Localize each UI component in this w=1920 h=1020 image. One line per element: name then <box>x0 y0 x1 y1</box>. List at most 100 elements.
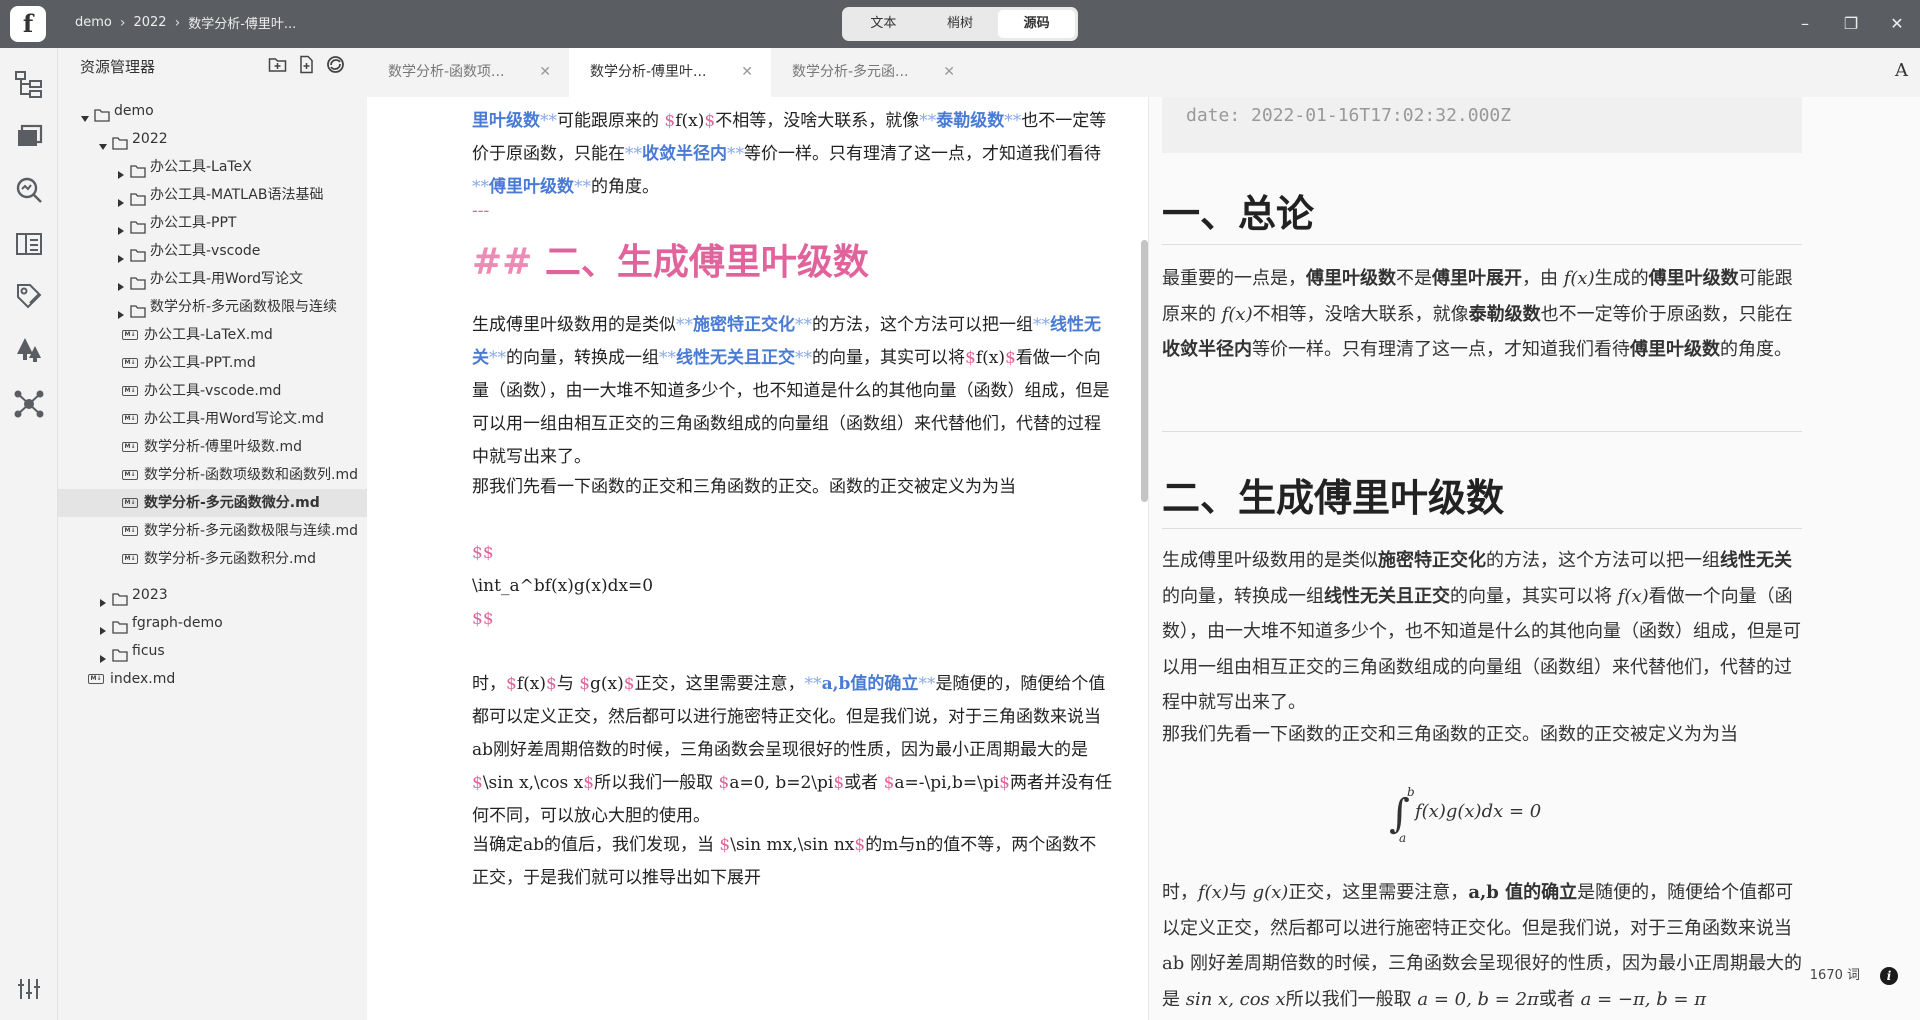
tree-file[interactable]: M↓ 数学分析-多元函数极限与连续.md <box>58 517 367 545</box>
tree-folder[interactable]: 办公工具-vscode <box>58 237 367 265</box>
app-logo[interactable]: f <box>10 6 46 42</box>
chevron-right-icon[interactable] <box>116 190 126 207</box>
breadcrumb-item[interactable]: 数学分析-傅里叶... <box>188 13 296 32</box>
tree-icon[interactable] <box>13 334 45 366</box>
editor-scrollbar[interactable] <box>1141 240 1148 502</box>
text-run: $ <box>965 348 976 368</box>
tree-file[interactable]: M↓ 数学分析-函数项级数和函数列.md <box>58 461 367 489</box>
tree-item-label: 2022 <box>132 131 168 147</box>
tree-item-label: 办公工具-LaTeX <box>150 159 252 175</box>
file-explorer: 资源管理器 demo 2022 办公工具-LaTeX 办公工具-MATLAB语法基础办… <box>58 48 367 1020</box>
tree-file[interactable]: M↓ 数学分析-多元函数微分.md <box>58 489 367 517</box>
breadcrumb-item[interactable]: 2022 <box>133 15 166 30</box>
tree-folder[interactable]: 办公工具-LaTeX <box>58 153 367 181</box>
text-run: 或者 <box>844 773 884 793</box>
tree-folder[interactable]: 数学分析-多元函数极限与连续 <box>58 293 367 321</box>
tab-multivariable[interactable]: 数学分析-多元函... ✕ <box>771 48 973 97</box>
settings-icon[interactable] <box>13 973 45 1005</box>
explorer-title: 资源管理器 <box>80 58 156 76</box>
close-icon[interactable]: ✕ <box>539 48 551 97</box>
markdown-file-icon: M↓ <box>122 470 138 480</box>
chevron-right-icon[interactable] <box>98 646 108 663</box>
text-run: ** <box>676 315 693 335</box>
chevron-right-icon[interactable] <box>116 274 126 291</box>
mode-text-button[interactable]: 文本 <box>845 10 922 38</box>
chevron-right-icon[interactable] <box>98 618 108 635</box>
close-icon[interactable]: ✕ <box>943 48 955 97</box>
new-file-icon[interactable] <box>297 55 316 74</box>
text-run: $ <box>1004 348 1016 368</box>
text-run: 的向量，转换成一组 <box>1162 585 1324 607</box>
text-run: ** <box>574 177 591 197</box>
markdown-file-icon: M↓ <box>122 330 138 340</box>
preview-pane: date: 2022-01-16T17:02:32.000Z 一、总论 最重要的… <box>1149 97 1920 1020</box>
tree-folder[interactable]: 2022 <box>58 125 367 153</box>
tree-file[interactable]: M↓ 办公工具-LaTeX.md <box>58 321 367 349</box>
chevron-right-icon[interactable] <box>116 302 126 319</box>
graph-icon[interactable] <box>13 68 45 100</box>
text-run: 的向量，其实可以将 <box>812 348 965 368</box>
text-run: 不相等，没啥大联系，就像 <box>715 111 920 131</box>
tree-item-label: 数学分析-多元函数微分.md <box>144 495 320 511</box>
word-count: 1670 词 <box>1809 968 1860 983</box>
text-run: 当确定ab的值后，我们发现，当 <box>472 835 720 855</box>
tree-folder[interactable]: ficus <box>58 637 367 665</box>
tab-functional-series[interactable]: 数学分析-函数项... ✕ <box>367 48 569 97</box>
window-controls: – ❐ ✕ <box>1782 0 1920 48</box>
files-icon[interactable] <box>13 120 45 152</box>
tree-folder[interactable]: 办公工具-MATLAB语法基础 <box>58 181 367 209</box>
tree-file[interactable]: M↓ 办公工具-vscode.md <box>58 377 367 405</box>
breadcrumb: demo › 2022 › 数学分析-傅里叶... <box>75 13 296 33</box>
text-run: ** <box>1033 315 1050 335</box>
refresh-icon[interactable] <box>326 55 345 74</box>
editor-paragraph: 当确定ab的值后，我们发现，当 $\sin mx,\sin nx$的m与n的值不… <box>472 829 1112 895</box>
close-icon[interactable]: ✕ <box>741 48 753 97</box>
chevron-right-icon[interactable] <box>98 590 108 607</box>
tree-folder[interactable]: fgraph-demo <box>58 609 367 637</box>
tree-file[interactable]: M↓ index.md <box>58 665 367 693</box>
text-run: ** <box>804 674 822 694</box>
tree-item-label: 办公工具-用Word写论文 <box>150 271 304 287</box>
tree-file[interactable]: M↓ 办公工具-用Word写论文.md <box>58 405 367 433</box>
mode-outline-button[interactable]: 梢树 <box>922 10 999 38</box>
minimize-button[interactable]: – <box>1782 0 1828 48</box>
source-editor[interactable]: 里叶级数**可能跟原来的 $f(x)$不相等，没啥大联系，就像**泰勒级数**也… <box>367 97 1148 1020</box>
tree-file[interactable]: M↓ 办公工具-PPT.md <box>58 349 367 377</box>
outline-icon[interactable] <box>13 228 45 260</box>
tags-icon[interactable] <box>13 280 45 312</box>
editor-paragraph: 时，$f(x)$与 $g(x)$正交，这里需要注意，**a,b值的确立**是随便… <box>472 668 1112 833</box>
maximize-button[interactable]: ❐ <box>1828 0 1874 48</box>
close-button[interactable]: ✕ <box>1874 0 1920 48</box>
tab-fourier-series[interactable]: 数学分析-傅里叶... ✕ <box>569 48 771 97</box>
chevron-right-icon[interactable] <box>116 162 126 179</box>
chevron-down-icon[interactable] <box>98 134 108 150</box>
tree-folder[interactable]: 办公工具-PPT <box>58 209 367 237</box>
text-run: f(x) <box>675 111 705 131</box>
tree-file[interactable]: M↓ 数学分析-傅里叶级数.md <box>58 433 367 461</box>
search-icon[interactable] <box>13 174 45 206</box>
tree-item-label: 数学分析-多元函数积分.md <box>144 551 317 567</box>
tree-folder[interactable]: 办公工具-用Word写论文 <box>58 265 367 293</box>
markdown-file-icon: M↓ <box>122 554 138 564</box>
font-settings-button[interactable]: A <box>1895 60 1908 81</box>
text-run: 最重要的一点是， <box>1162 268 1306 289</box>
new-folder-icon[interactable] <box>268 55 287 74</box>
text-run: \sin mx,\sin nx <box>730 835 855 855</box>
info-icon[interactable]: i <box>1880 967 1898 985</box>
mode-source-button[interactable]: 源码 <box>998 10 1076 38</box>
text-run: 线性无关 <box>1720 550 1792 571</box>
title-bar: f demo › 2022 › 数学分析-傅里叶... 文本 梢树 源码 – ❐… <box>0 0 1920 48</box>
tree-folder[interactable]: demo <box>58 97 367 125</box>
text-run: 收敛半径内 <box>642 144 727 164</box>
tree-folder[interactable]: 2023 <box>58 581 367 609</box>
text-run: 时， <box>1162 882 1198 903</box>
tree-file[interactable]: M↓ 数学分析-多元函数积分.md <box>58 545 367 573</box>
tree-item-label: 办公工具-用Word写论文.md <box>144 411 325 427</box>
chevron-right-icon[interactable] <box>116 218 126 235</box>
text-run: 正交，这里需要注意， <box>1288 882 1469 903</box>
network-icon[interactable] <box>13 388 45 420</box>
chevron-right-icon[interactable] <box>116 246 126 263</box>
chevron-right-icon: › <box>119 14 126 31</box>
breadcrumb-item[interactable]: demo <box>75 15 112 30</box>
chevron-down-icon[interactable] <box>80 106 90 122</box>
